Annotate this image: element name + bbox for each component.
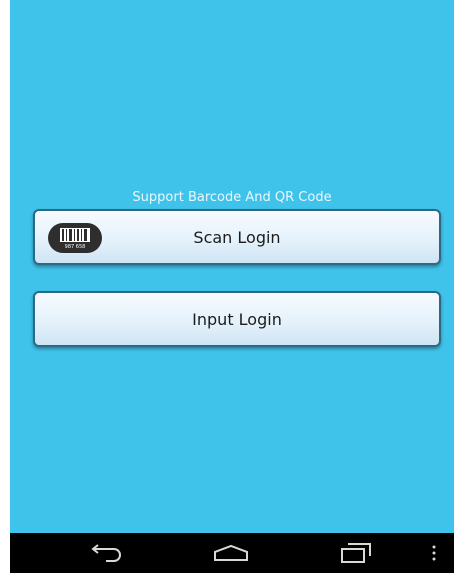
barcode-icon: 987 658 xyxy=(48,223,102,253)
support-subtitle: Support Barcode And QR Code xyxy=(132,190,332,205)
home-icon[interactable] xyxy=(211,541,251,565)
system-navigation-bar xyxy=(10,533,454,573)
login-panel: Support Barcode And QR Code 987 658 Scan… xyxy=(10,0,454,533)
recent-apps-icon[interactable] xyxy=(336,541,376,565)
barcode-digits: 987 658 xyxy=(65,244,86,250)
scan-login-button[interactable]: 987 658 Scan Login xyxy=(33,209,441,265)
menu-icon[interactable] xyxy=(424,541,444,565)
back-icon[interactable] xyxy=(86,541,126,565)
input-login-button[interactable]: Input Login xyxy=(33,291,441,347)
scan-login-label: Scan Login xyxy=(193,227,281,247)
app-screen: Support Barcode And QR Code 987 658 Scan… xyxy=(10,0,454,573)
input-login-label: Input Login xyxy=(192,309,282,329)
